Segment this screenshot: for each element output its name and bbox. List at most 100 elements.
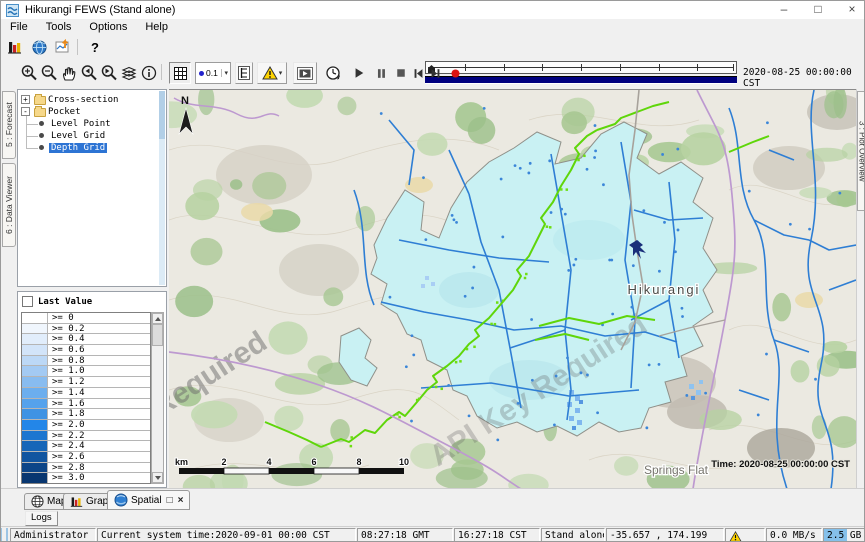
zoom-previous-button[interactable] xyxy=(79,62,99,84)
skip-start-icon xyxy=(413,68,424,79)
bullet-icon xyxy=(39,121,44,126)
menu-options[interactable]: Options xyxy=(80,20,136,35)
help-button[interactable]: ? xyxy=(85,38,105,56)
status-memory: 2.5 GB xyxy=(823,528,865,542)
scroll-down-button[interactable] xyxy=(152,472,163,483)
legend-scrollbar[interactable] xyxy=(151,312,164,484)
zoom-out-button[interactable] xyxy=(39,62,59,84)
menu-help[interactable]: Help xyxy=(136,20,177,35)
status-mode: Stand alone xyxy=(541,528,605,542)
bottom-tab-bar: Map Graph Spatial □ × xyxy=(1,488,865,511)
tree-item-label[interactable]: Level Point xyxy=(49,119,113,129)
interval-dot-icon xyxy=(199,71,204,76)
step-forward-button2[interactable] xyxy=(428,62,442,84)
warning-triangle-icon xyxy=(729,531,742,542)
scrollbar-thumb[interactable] xyxy=(152,324,163,346)
tree-item-label[interactable]: Cross-section xyxy=(48,95,118,105)
status-coordinates: -35.657 , 174.199 xyxy=(606,528,724,542)
logs-button[interactable]: Logs xyxy=(25,511,58,526)
minimize-button[interactable]: – xyxy=(769,1,799,18)
scale-tick-label: 2 xyxy=(221,457,226,467)
contour-interval-dropdown[interactable]: 0.1 ▾ xyxy=(195,62,231,84)
legend-row: >= 2.4 xyxy=(22,441,150,452)
legend-row-label: >= 1.4 xyxy=(48,388,85,398)
tree-item-pocket[interactable]: - Pocket xyxy=(18,106,166,118)
status-system-time: Current system time:2020-09-01 00:00 CST xyxy=(97,528,356,542)
zoom-next-button[interactable] xyxy=(99,62,119,84)
legend-color-swatch xyxy=(22,313,48,323)
scale-tick-label: 10 xyxy=(399,457,409,467)
menu-tools[interactable]: Tools xyxy=(37,20,81,35)
close-button[interactable]: × xyxy=(837,1,865,18)
legend-row: >= 0.2 xyxy=(22,324,150,335)
expand-icon[interactable]: + xyxy=(21,95,30,104)
tree-item-label-selected[interactable]: Depth Grid xyxy=(49,143,107,153)
maximize-button[interactable]: □ xyxy=(803,1,833,18)
tree-item-level-point[interactable]: Level Point xyxy=(18,118,166,130)
menu-file[interactable]: File xyxy=(1,20,37,35)
window-title: Hikurangi FEWS (Stand alone) xyxy=(25,4,175,16)
scale-tick-label: 4 xyxy=(266,457,271,467)
collapse-icon[interactable]: - xyxy=(21,107,30,116)
timeline-tick xyxy=(581,64,582,71)
zoom-in-button[interactable] xyxy=(19,62,39,84)
spatial-map-view[interactable]: API Key Required API Key Required xyxy=(169,89,856,488)
info-button[interactable] xyxy=(139,62,159,84)
tree-scrollbar[interactable] xyxy=(159,91,165,285)
pan-button[interactable] xyxy=(59,62,79,84)
scale-unit-label: km xyxy=(175,457,188,467)
layers-button[interactable] xyxy=(119,62,139,84)
play-button[interactable] xyxy=(351,62,367,84)
legend-color-swatch xyxy=(22,473,48,483)
timer-button[interactable] xyxy=(323,62,343,84)
tab-label: Spatial xyxy=(131,495,162,506)
chevron-down-icon: ▾ xyxy=(279,69,283,77)
record-button[interactable] xyxy=(448,62,463,84)
map-canvas[interactable]: API Key Required API Key Required xyxy=(169,90,856,488)
legend-color-swatch xyxy=(22,463,48,473)
status-warning-cell[interactable] xyxy=(725,528,765,542)
legend-row: >= 1.2 xyxy=(22,377,150,388)
longitudinal-profile-button[interactable] xyxy=(235,62,253,84)
legend-row-label: >= 2.4 xyxy=(48,441,85,451)
tab-maximize-icon[interactable]: □ xyxy=(167,495,173,506)
tab-close-icon[interactable]: × xyxy=(178,495,184,506)
tab-spatial[interactable]: Spatial □ × xyxy=(107,490,190,510)
step-back-button[interactable] xyxy=(411,62,425,84)
animation-button[interactable] xyxy=(293,62,317,84)
map-display-button[interactable] xyxy=(29,38,49,56)
tab-data-viewer[interactable]: 6 : Data Viewer xyxy=(2,163,16,247)
clock-icon xyxy=(324,64,342,82)
legend-row: >= 1.8 xyxy=(22,409,150,420)
last-value-checkbox[interactable] xyxy=(22,296,33,307)
legend-row-label: >= 1.6 xyxy=(48,399,85,409)
tree-item-label[interactable]: Pocket xyxy=(48,107,81,117)
scrollbar-thumb[interactable] xyxy=(159,91,165,139)
legend-row: >= 2.6 xyxy=(22,452,150,463)
grid-display-button[interactable] xyxy=(169,62,191,84)
legend-color-swatch xyxy=(22,356,48,366)
warning-triangle-icon xyxy=(262,66,278,80)
tree-item-level-grid[interactable]: Level Grid xyxy=(18,130,166,142)
bar-chart-icon xyxy=(70,495,83,508)
tab-plot-overview[interactable]: 3 : Plot Overview xyxy=(857,91,865,211)
timeline-track[interactable] xyxy=(425,61,737,74)
scroll-up-button[interactable] xyxy=(152,313,163,324)
arrow-up-icon xyxy=(155,317,161,321)
thresholds-warning-dropdown[interactable]: ▾ xyxy=(257,62,287,84)
legend-color-swatch xyxy=(22,345,48,355)
stop-button[interactable] xyxy=(393,62,409,84)
grid-icon xyxy=(174,67,187,80)
forecast-dialog-button[interactable] xyxy=(53,38,73,56)
timeline-slider[interactable] xyxy=(425,61,737,86)
tab-forecast[interactable]: 5 : Forecast xyxy=(2,91,16,159)
filter-tree[interactable]: + Cross-section - Pocket Level Point Lev… xyxy=(17,89,167,287)
legend-color-swatch xyxy=(22,420,48,430)
tree-item-depth-grid[interactable]: Depth Grid xyxy=(18,142,166,154)
pause-button[interactable] xyxy=(373,62,389,84)
tree-item-cross-section[interactable]: + Cross-section xyxy=(18,94,166,106)
zoom-next-icon xyxy=(100,64,118,82)
timeseries-display-button[interactable] xyxy=(5,38,25,56)
tree-item-label[interactable]: Level Grid xyxy=(49,131,107,141)
legend-row-label: >= 2.2 xyxy=(48,431,85,441)
